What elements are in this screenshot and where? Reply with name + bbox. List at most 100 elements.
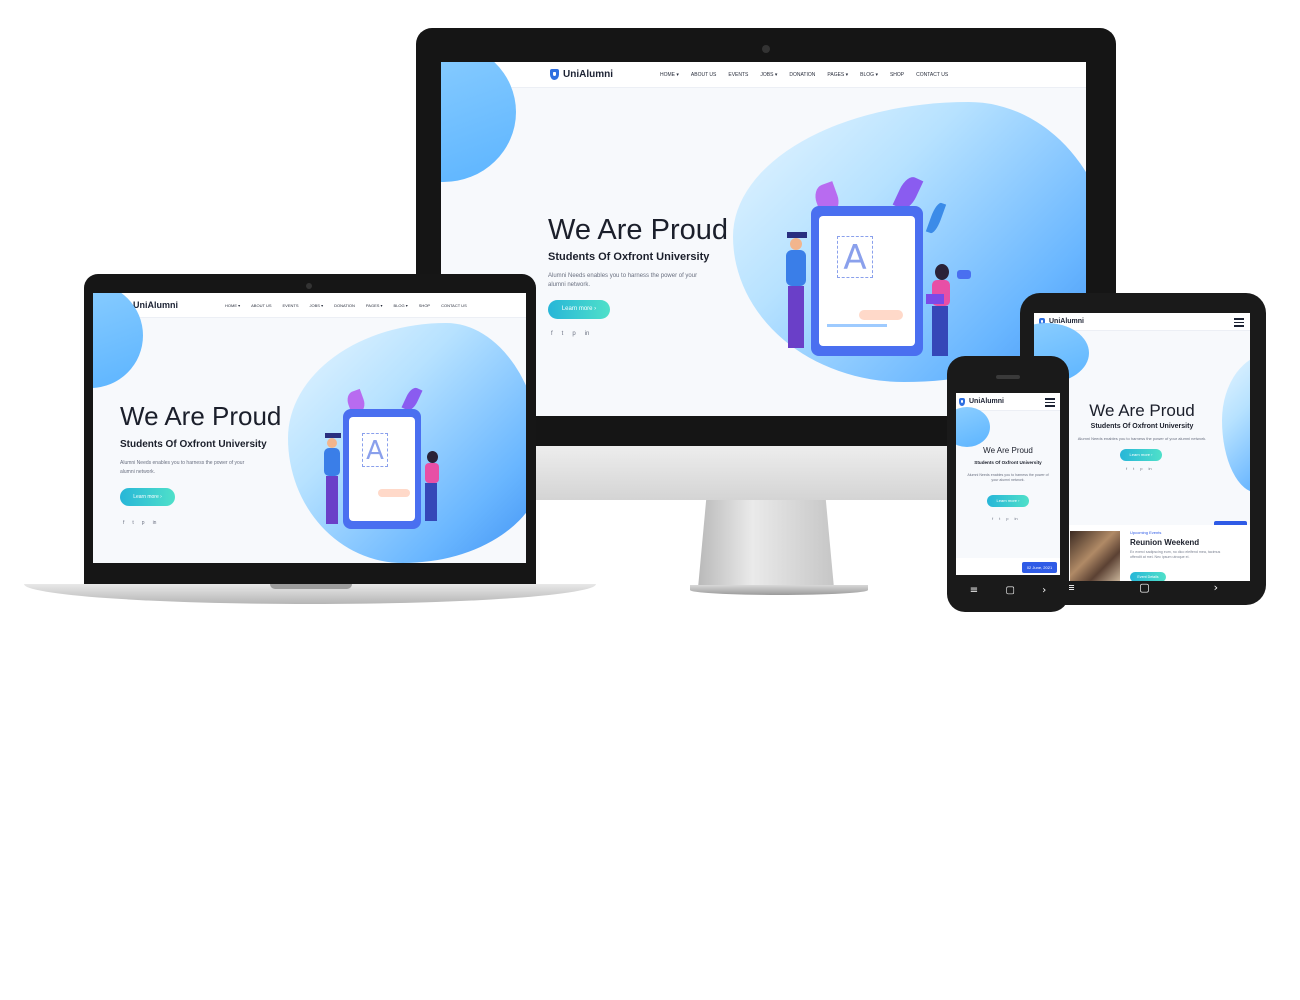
facebook-icon[interactable]: f: [123, 520, 124, 526]
hamburger-menu-icon[interactable]: [1045, 398, 1055, 409]
menu-item-contact[interactable]: CONTACT US: [441, 303, 467, 308]
shield-icon: [550, 69, 559, 80]
menu-item-donation[interactable]: DONATION: [334, 303, 355, 308]
learn-more-button[interactable]: Learn more ›: [120, 488, 175, 506]
monitor-stand-base: [690, 585, 868, 595]
phone-menu-key[interactable]: ≡: [970, 583, 978, 599]
illustration-card: [378, 489, 410, 497]
twitter-icon[interactable]: t: [999, 516, 1000, 521]
hero-title: We Are Proud: [548, 214, 729, 246]
hero-title: We Are Proud: [120, 401, 282, 431]
hero-subtitle: Students Of Oxfront University: [120, 439, 267, 450]
laptop-camera: [306, 283, 312, 289]
twitter-icon[interactable]: t: [132, 520, 133, 526]
phone-speaker: [996, 375, 1020, 379]
illustration-card: [859, 310, 903, 320]
event-card: Upcoming Events Reunion Weekend Ex exerc…: [1068, 525, 1250, 581]
event-text: Ex exerci sadipscing eum, no dico eleife…: [1130, 550, 1221, 559]
illustration-tablet: [343, 409, 421, 529]
main-menu: HOME ▾ ABOUT US EVENTS JOBS ▾ DONATION P…: [660, 72, 948, 78]
learn-more-button[interactable]: Learn more ›: [548, 300, 610, 319]
menu-item-shop[interactable]: SHOP: [419, 303, 430, 308]
menu-item-about[interactable]: ABOUT US: [251, 303, 271, 308]
illustration-chat-bubble: [957, 270, 971, 279]
tablet-home-key[interactable]: ▢: [1139, 580, 1149, 596]
linkedin-icon[interactable]: in: [153, 520, 157, 526]
tablet-back-key[interactable]: ›: [1214, 580, 1218, 596]
twitter-icon[interactable]: t: [562, 331, 564, 337]
menu-item-home[interactable]: HOME ▾: [225, 303, 240, 308]
pinterest-icon[interactable]: p: [572, 331, 575, 337]
social-links: f t p in: [551, 331, 589, 337]
site-navbar: UniAlumni HOME ▾ ABOUT US EVENTS JOBS ▾ …: [441, 62, 1086, 88]
illustration-letter: A: [362, 433, 388, 467]
shield-icon: [959, 397, 965, 406]
hero-title: We Are Proud: [983, 446, 1033, 455]
social-links: f t p in: [1126, 466, 1152, 471]
menu-item-blog[interactable]: BLOG ▾: [860, 72, 878, 78]
pinterest-icon[interactable]: p: [1140, 466, 1142, 471]
menu-item-jobs[interactable]: JOBS ▾: [760, 72, 777, 78]
menu-item-donation[interactable]: DONATION: [789, 72, 815, 78]
phone-back-key[interactable]: ›: [1042, 583, 1046, 599]
event-title: Reunion Weekend: [1130, 538, 1200, 547]
hero-description: Alumni Needs enables you to harness the …: [120, 460, 245, 475]
learn-more-button[interactable]: Learn more ›: [987, 495, 1029, 507]
illustration-letter: A: [837, 236, 873, 278]
hero-description: Alumni Needs enables you to harness the …: [967, 473, 1049, 482]
menu-item-jobs[interactable]: JOBS ▾: [310, 303, 324, 308]
illustration-lines: [827, 324, 887, 327]
illustration-student-woman: [926, 264, 956, 359]
site-logo[interactable]: UniAlumni: [121, 300, 225, 310]
brand-name: UniAlumni: [133, 300, 178, 310]
illustration-tablet: [811, 206, 923, 356]
monitor-camera: [762, 45, 770, 53]
hero-description: Alumni Needs enables you to harness the …: [548, 273, 698, 288]
phone-home-key[interactable]: ▢: [1005, 583, 1014, 599]
menu-item-shop[interactable]: SHOP: [890, 72, 904, 78]
twitter-icon[interactable]: t: [1133, 466, 1134, 471]
hamburger-menu-icon[interactable]: [1234, 318, 1244, 329]
menu-item-home[interactable]: HOME ▾: [660, 72, 679, 78]
laptop-base-notch: [270, 584, 352, 589]
brand-name: UniAlumni: [563, 69, 613, 80]
illustration-student-man: [322, 433, 342, 525]
facebook-icon[interactable]: f: [992, 516, 993, 521]
menu-item-contact[interactable]: CONTACT US: [916, 72, 948, 78]
hero-illustration: A: [318, 381, 453, 531]
site-navbar: UniAlumni HOME ▾ ABOUT US EVENTS JOBS ▾ …: [93, 293, 526, 318]
social-links: f t p in: [123, 520, 156, 526]
menu-item-about[interactable]: ABOUT US: [691, 72, 716, 78]
phone-screen: UniAlumni We Are Proud Students Of Oxfro…: [956, 393, 1060, 575]
menu-item-pages[interactable]: PAGES ▾: [827, 72, 848, 78]
main-menu: HOME ▾ ABOUT US EVENTS JOBS ▾ DONATION P…: [225, 303, 467, 308]
hero-subtitle: Students Of Oxfront University: [974, 460, 1042, 465]
menu-item-events[interactable]: EVENTS: [728, 72, 748, 78]
hero-illustration: A: [771, 162, 971, 362]
facebook-icon[interactable]: f: [551, 331, 553, 337]
pinterest-icon[interactable]: p: [1006, 516, 1008, 521]
brand-name: UniAlumni: [969, 398, 1004, 405]
menu-item-events[interactable]: EVENTS: [283, 303, 299, 308]
learn-more-button[interactable]: Learn more ›: [1120, 449, 1162, 461]
laptop-screen: UniAlumni HOME ▾ ABOUT US EVENTS JOBS ▾ …: [93, 293, 526, 563]
linkedin-icon[interactable]: in: [585, 331, 590, 337]
event-label: Upcoming Events: [1130, 530, 1162, 535]
site-logo[interactable]: UniAlumni: [959, 397, 1004, 406]
menu-item-blog[interactable]: BLOG ▾: [394, 303, 408, 308]
illustration-student-man: [783, 232, 809, 352]
decor-blob-top-left: [956, 407, 990, 447]
event-photo: [1070, 531, 1120, 581]
leaf-decor: [925, 201, 947, 235]
linkedin-icon[interactable]: in: [1014, 516, 1017, 521]
site-logo[interactable]: UniAlumni: [550, 69, 660, 80]
illustration-student-woman: [421, 451, 443, 523]
social-links: f t p in: [992, 516, 1018, 521]
phone-softkeys: ≡ ▢ ›: [956, 583, 1060, 599]
hero-subtitle: Students Of Oxfront University: [548, 251, 710, 263]
linkedin-icon[interactable]: in: [1148, 466, 1151, 471]
hero-description: Alumni Needs enables you to harness the …: [1077, 436, 1207, 441]
menu-item-pages[interactable]: PAGES ▾: [366, 303, 383, 308]
facebook-icon[interactable]: f: [1126, 466, 1127, 471]
pinterest-icon[interactable]: p: [142, 520, 145, 526]
